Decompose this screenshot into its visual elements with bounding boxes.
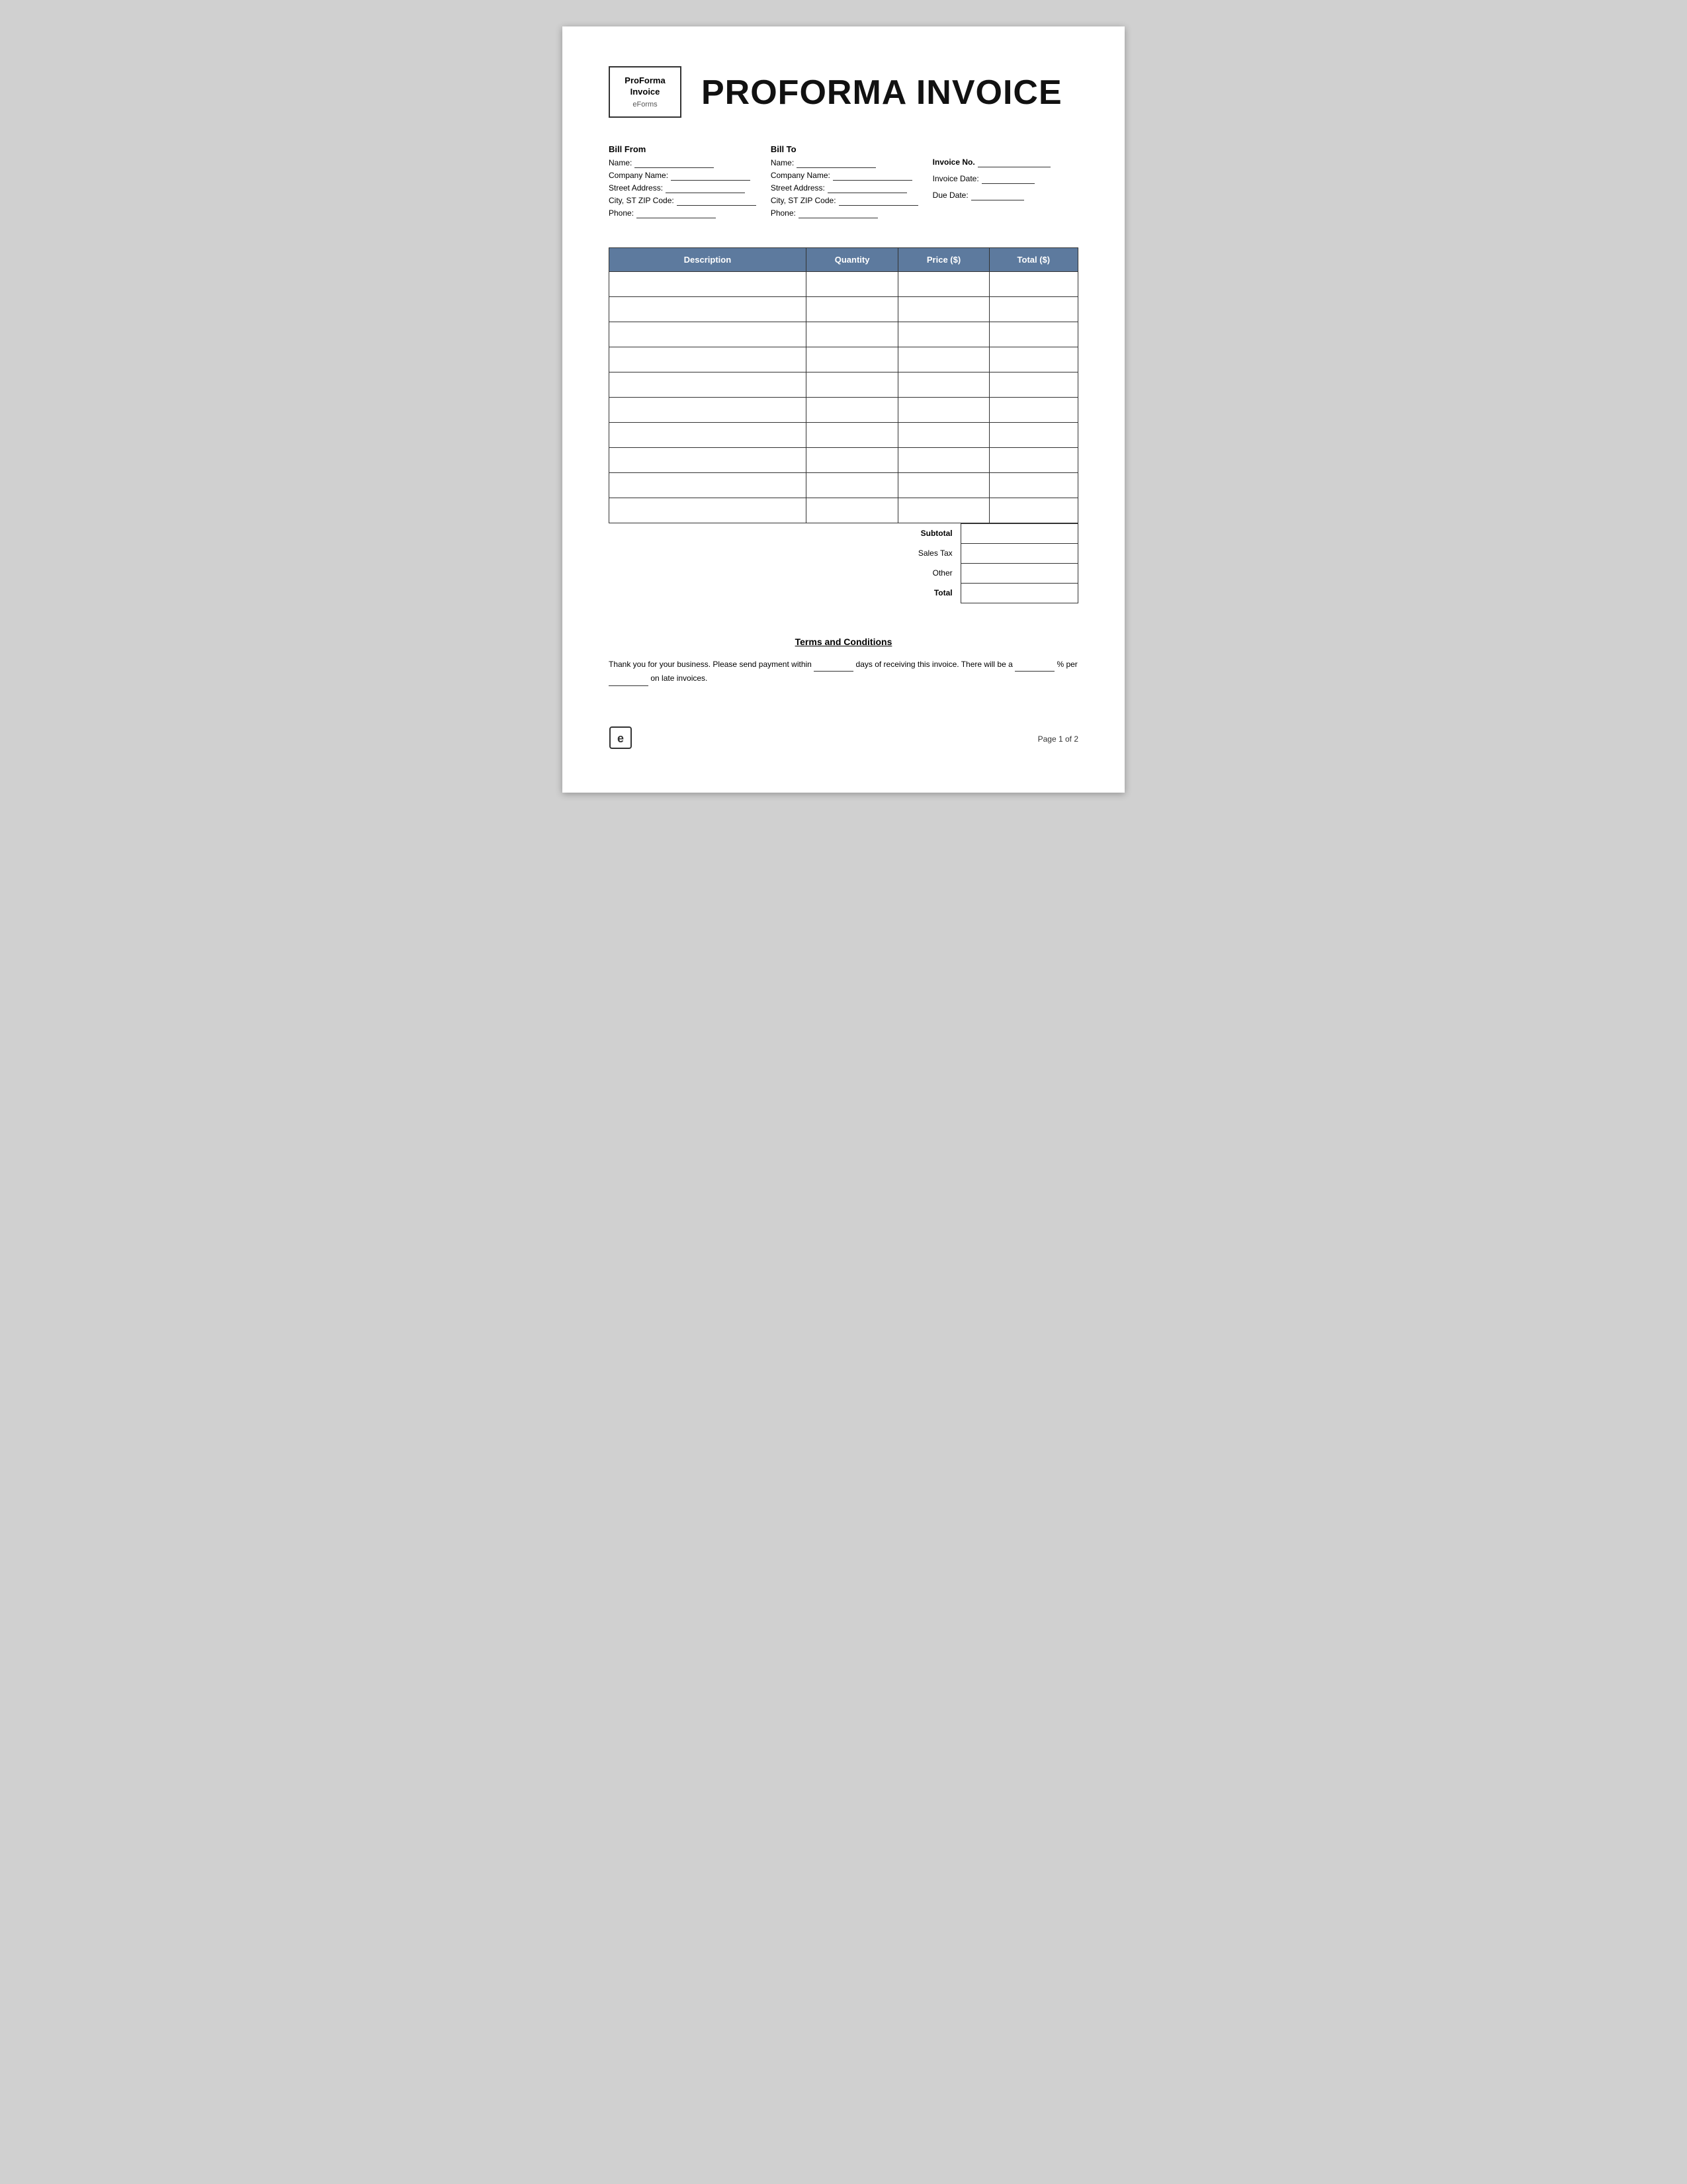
table-row — [609, 498, 1078, 523]
table-row — [609, 372, 1078, 397]
page-number: Page 1 of 2 — [1038, 734, 1078, 744]
total-row: Total — [609, 583, 1078, 603]
subtotal-row: Subtotal — [609, 523, 1078, 543]
invoice-info-col: Invoice No. Invoice Date: Due Date: — [933, 144, 1078, 221]
bill-to-phone: Phone: — [771, 208, 933, 218]
terms-text: Thank you for your business. Please send… — [609, 658, 1078, 686]
header: ProForma Invoice eForms PROFORMA INVOICE — [609, 66, 1078, 118]
table-header-row: Description Quantity Price ($) Total ($) — [609, 247, 1078, 271]
other-label: Other — [609, 563, 961, 583]
footer: e Page 1 of 2 — [609, 726, 1078, 753]
invoice-page: ProForma Invoice eForms PROFORMA INVOICE… — [562, 26, 1125, 793]
other-value[interactable] — [961, 563, 1078, 583]
bill-from-street: Street Address: — [609, 183, 771, 193]
due-date-row: Due Date: — [933, 191, 1078, 200]
salestax-label: Sales Tax — [609, 543, 961, 563]
invoice-number-row: Invoice No. — [933, 157, 1078, 167]
invoice-table: Description Quantity Price ($) Total ($) — [609, 247, 1078, 523]
col-total: Total ($) — [989, 247, 1078, 271]
subtotal-label: Subtotal — [609, 523, 961, 543]
total-value[interactable] — [961, 583, 1078, 603]
bill-to-city: City, ST ZIP Code: — [771, 196, 933, 206]
table-row — [609, 422, 1078, 447]
bill-from-city: City, ST ZIP Code: — [609, 196, 771, 206]
bill-to-company: Company Name: — [771, 171, 933, 181]
bill-to-name: Name: — [771, 158, 933, 168]
bill-from-label: Bill From — [609, 144, 771, 154]
col-description: Description — [609, 247, 806, 271]
total-label: Total — [609, 583, 961, 603]
table-row — [609, 322, 1078, 347]
svg-text:e: e — [617, 732, 624, 745]
table-row — [609, 447, 1078, 472]
salestax-value[interactable] — [961, 543, 1078, 563]
billing-section: Bill From Name: Company Name: Street Add… — [609, 144, 1078, 221]
eforms-icon: e — [609, 726, 632, 753]
salestax-row: Sales Tax — [609, 543, 1078, 563]
col-price: Price ($) — [898, 247, 989, 271]
totals-table: Subtotal Sales Tax Other Total — [609, 523, 1078, 603]
col-quantity: Quantity — [806, 247, 898, 271]
other-row: Other — [609, 563, 1078, 583]
subtotal-value[interactable] — [961, 523, 1078, 543]
invoice-date-row: Invoice Date: — [933, 174, 1078, 184]
table-row — [609, 347, 1078, 372]
bill-from-name: Name: — [609, 158, 771, 168]
bill-from-company: Company Name: — [609, 171, 771, 181]
table-row — [609, 472, 1078, 498]
table-row — [609, 397, 1078, 422]
bill-to-street: Street Address: — [771, 183, 933, 193]
table-row — [609, 296, 1078, 322]
bill-from-phone: Phone: — [609, 208, 771, 218]
logo-title: ProForma Invoice — [621, 75, 670, 98]
bill-from-col: Bill From Name: Company Name: Street Add… — [609, 144, 771, 221]
terms-title: Terms and Conditions — [609, 636, 1078, 647]
table-row — [609, 271, 1078, 296]
bill-to-col: Bill To Name: Company Name: Street Addre… — [771, 144, 933, 221]
logo-brand: eForms — [621, 101, 670, 109]
page-title: PROFORMA INVOICE — [701, 66, 1062, 112]
bill-to-label: Bill To — [771, 144, 933, 154]
logo-box: ProForma Invoice eForms — [609, 66, 681, 118]
terms-section: Terms and Conditions Thank you for your … — [609, 636, 1078, 686]
